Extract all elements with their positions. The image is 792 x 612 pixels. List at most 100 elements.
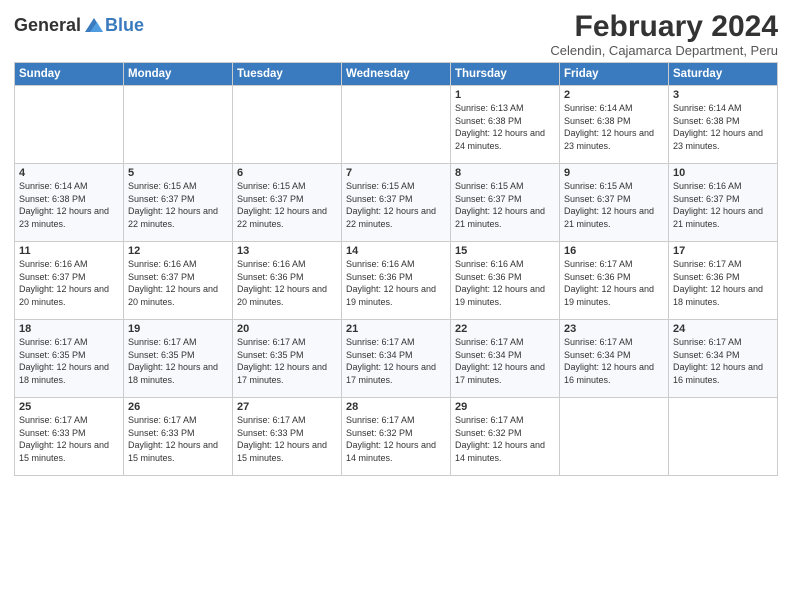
calendar-body: 1Sunrise: 6:13 AM Sunset: 6:38 PM Daylig… — [15, 86, 778, 476]
day-number: 11 — [19, 245, 119, 257]
day-number: 19 — [128, 323, 228, 335]
table-row: 20Sunrise: 6:17 AM Sunset: 6:35 PM Dayli… — [233, 320, 342, 398]
day-info: Sunrise: 6:17 AM Sunset: 6:32 PM Dayligh… — [346, 414, 446, 464]
day-number: 24 — [673, 323, 773, 335]
table-row: 29Sunrise: 6:17 AM Sunset: 6:32 PM Dayli… — [451, 398, 560, 476]
day-info: Sunrise: 6:15 AM Sunset: 6:37 PM Dayligh… — [128, 180, 228, 230]
day-info: Sunrise: 6:16 AM Sunset: 6:36 PM Dayligh… — [237, 258, 337, 308]
day-number: 15 — [455, 245, 555, 257]
day-number: 23 — [564, 323, 664, 335]
logo-icon — [83, 14, 105, 36]
table-row: 12Sunrise: 6:16 AM Sunset: 6:37 PM Dayli… — [124, 242, 233, 320]
table-row: 8Sunrise: 6:15 AM Sunset: 6:37 PM Daylig… — [451, 164, 560, 242]
logo-text-general: General — [14, 15, 81, 36]
page: General Blue February 2024 Celendin, Caj… — [0, 0, 792, 612]
day-info: Sunrise: 6:14 AM Sunset: 6:38 PM Dayligh… — [673, 102, 773, 152]
table-row — [124, 86, 233, 164]
day-info: Sunrise: 6:15 AM Sunset: 6:37 PM Dayligh… — [455, 180, 555, 230]
day-number: 17 — [673, 245, 773, 257]
table-row: 5Sunrise: 6:15 AM Sunset: 6:37 PM Daylig… — [124, 164, 233, 242]
day-info: Sunrise: 6:16 AM Sunset: 6:37 PM Dayligh… — [19, 258, 119, 308]
table-row: 4Sunrise: 6:14 AM Sunset: 6:38 PM Daylig… — [15, 164, 124, 242]
table-row: 7Sunrise: 6:15 AM Sunset: 6:37 PM Daylig… — [342, 164, 451, 242]
table-row: 14Sunrise: 6:16 AM Sunset: 6:36 PM Dayli… — [342, 242, 451, 320]
day-number: 7 — [346, 167, 446, 179]
day-info: Sunrise: 6:15 AM Sunset: 6:37 PM Dayligh… — [346, 180, 446, 230]
table-row: 23Sunrise: 6:17 AM Sunset: 6:34 PM Dayli… — [560, 320, 669, 398]
day-number: 14 — [346, 245, 446, 257]
table-row: 16Sunrise: 6:17 AM Sunset: 6:36 PM Dayli… — [560, 242, 669, 320]
day-info: Sunrise: 6:17 AM Sunset: 6:36 PM Dayligh… — [564, 258, 664, 308]
day-number: 8 — [455, 167, 555, 179]
day-info: Sunrise: 6:17 AM Sunset: 6:35 PM Dayligh… — [19, 336, 119, 386]
day-info: Sunrise: 6:17 AM Sunset: 6:32 PM Dayligh… — [455, 414, 555, 464]
day-info: Sunrise: 6:17 AM Sunset: 6:35 PM Dayligh… — [128, 336, 228, 386]
day-number: 2 — [564, 89, 664, 101]
day-info: Sunrise: 6:16 AM Sunset: 6:37 PM Dayligh… — [128, 258, 228, 308]
table-row: 13Sunrise: 6:16 AM Sunset: 6:36 PM Dayli… — [233, 242, 342, 320]
table-row: 22Sunrise: 6:17 AM Sunset: 6:34 PM Dayli… — [451, 320, 560, 398]
day-number: 22 — [455, 323, 555, 335]
header: General Blue February 2024 Celendin, Caj… — [14, 10, 778, 58]
day-info: Sunrise: 6:13 AM Sunset: 6:38 PM Dayligh… — [455, 102, 555, 152]
col-monday: Monday — [124, 63, 233, 86]
table-row: 6Sunrise: 6:15 AM Sunset: 6:37 PM Daylig… — [233, 164, 342, 242]
day-info: Sunrise: 6:17 AM Sunset: 6:33 PM Dayligh… — [19, 414, 119, 464]
table-row: 17Sunrise: 6:17 AM Sunset: 6:36 PM Dayli… — [669, 242, 778, 320]
col-thursday: Thursday — [451, 63, 560, 86]
table-row — [342, 86, 451, 164]
day-info: Sunrise: 6:17 AM Sunset: 6:33 PM Dayligh… — [237, 414, 337, 464]
table-row: 10Sunrise: 6:16 AM Sunset: 6:37 PM Dayli… — [669, 164, 778, 242]
day-number: 12 — [128, 245, 228, 257]
title-area: February 2024 Celendin, Cajamarca Depart… — [550, 10, 778, 58]
day-info: Sunrise: 6:17 AM Sunset: 6:34 PM Dayligh… — [346, 336, 446, 386]
page-subtitle: Celendin, Cajamarca Department, Peru — [550, 43, 778, 58]
col-friday: Friday — [560, 63, 669, 86]
day-number: 27 — [237, 401, 337, 413]
logo-text-blue: Blue — [105, 15, 144, 36]
table-row: 3Sunrise: 6:14 AM Sunset: 6:38 PM Daylig… — [669, 86, 778, 164]
calendar-week-row: 11Sunrise: 6:16 AM Sunset: 6:37 PM Dayli… — [15, 242, 778, 320]
day-number: 20 — [237, 323, 337, 335]
table-row — [669, 398, 778, 476]
table-row: 27Sunrise: 6:17 AM Sunset: 6:33 PM Dayli… — [233, 398, 342, 476]
col-wednesday: Wednesday — [342, 63, 451, 86]
day-info: Sunrise: 6:16 AM Sunset: 6:37 PM Dayligh… — [673, 180, 773, 230]
table-row: 18Sunrise: 6:17 AM Sunset: 6:35 PM Dayli… — [15, 320, 124, 398]
calendar-week-row: 18Sunrise: 6:17 AM Sunset: 6:35 PM Dayli… — [15, 320, 778, 398]
day-info: Sunrise: 6:16 AM Sunset: 6:36 PM Dayligh… — [346, 258, 446, 308]
day-number: 13 — [237, 245, 337, 257]
day-number: 1 — [455, 89, 555, 101]
table-row: 25Sunrise: 6:17 AM Sunset: 6:33 PM Dayli… — [15, 398, 124, 476]
table-row — [15, 86, 124, 164]
col-saturday: Saturday — [669, 63, 778, 86]
calendar-week-row: 1Sunrise: 6:13 AM Sunset: 6:38 PM Daylig… — [15, 86, 778, 164]
day-info: Sunrise: 6:17 AM Sunset: 6:34 PM Dayligh… — [564, 336, 664, 386]
day-number: 4 — [19, 167, 119, 179]
logo: General Blue — [14, 14, 144, 36]
table-row: 15Sunrise: 6:16 AM Sunset: 6:36 PM Dayli… — [451, 242, 560, 320]
day-number: 6 — [237, 167, 337, 179]
table-row: 21Sunrise: 6:17 AM Sunset: 6:34 PM Dayli… — [342, 320, 451, 398]
day-info: Sunrise: 6:17 AM Sunset: 6:35 PM Dayligh… — [237, 336, 337, 386]
day-info: Sunrise: 6:16 AM Sunset: 6:36 PM Dayligh… — [455, 258, 555, 308]
day-number: 21 — [346, 323, 446, 335]
calendar-header-row: Sunday Monday Tuesday Wednesday Thursday… — [15, 63, 778, 86]
table-row: 19Sunrise: 6:17 AM Sunset: 6:35 PM Dayli… — [124, 320, 233, 398]
table-row — [233, 86, 342, 164]
day-info: Sunrise: 6:17 AM Sunset: 6:36 PM Dayligh… — [673, 258, 773, 308]
table-row — [560, 398, 669, 476]
calendar-week-row: 4Sunrise: 6:14 AM Sunset: 6:38 PM Daylig… — [15, 164, 778, 242]
table-row: 26Sunrise: 6:17 AM Sunset: 6:33 PM Dayli… — [124, 398, 233, 476]
day-info: Sunrise: 6:14 AM Sunset: 6:38 PM Dayligh… — [564, 102, 664, 152]
day-number: 29 — [455, 401, 555, 413]
table-row: 2Sunrise: 6:14 AM Sunset: 6:38 PM Daylig… — [560, 86, 669, 164]
table-row: 11Sunrise: 6:16 AM Sunset: 6:37 PM Dayli… — [15, 242, 124, 320]
day-number: 3 — [673, 89, 773, 101]
day-number: 25 — [19, 401, 119, 413]
day-number: 28 — [346, 401, 446, 413]
day-info: Sunrise: 6:17 AM Sunset: 6:33 PM Dayligh… — [128, 414, 228, 464]
day-number: 10 — [673, 167, 773, 179]
table-row: 1Sunrise: 6:13 AM Sunset: 6:38 PM Daylig… — [451, 86, 560, 164]
calendar-table: Sunday Monday Tuesday Wednesday Thursday… — [14, 62, 778, 476]
